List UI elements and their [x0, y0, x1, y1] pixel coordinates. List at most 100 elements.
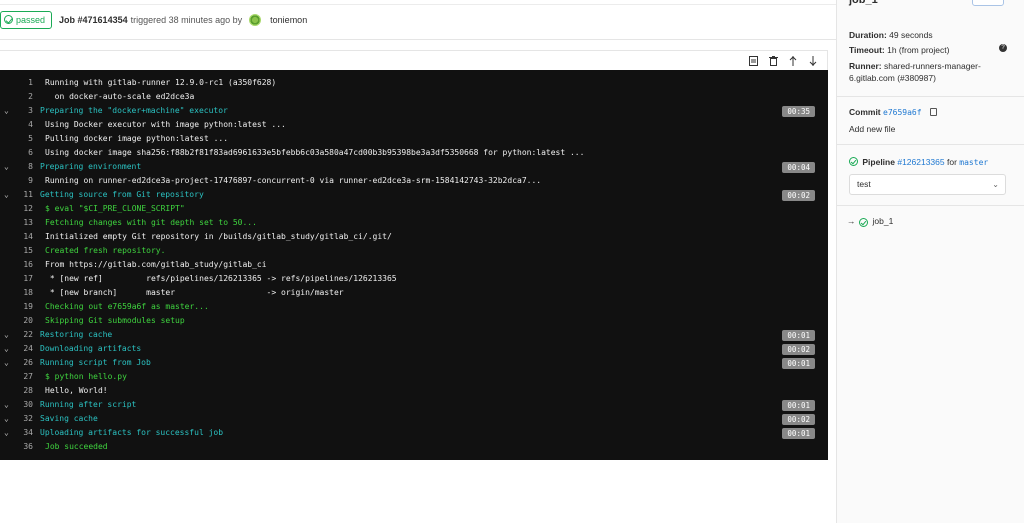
raw-log-button[interactable]: [747, 55, 759, 67]
commit-row: Commit e7659a6f: [849, 107, 937, 117]
help-icon[interactable]: ?: [999, 44, 1007, 52]
log-text: Using Docker executor with image python:…: [45, 120, 286, 129]
log-line: 15 Created fresh repository.: [0, 244, 828, 258]
line-number[interactable]: 8: [10, 160, 33, 174]
runner-row: Runner: shared-runners-manager- 6.gitlab…: [849, 60, 981, 84]
sidebar-divider: [837, 144, 1024, 145]
log-section-header[interactable]: ⌄ 3 Preparing the "docker+machine" executo…: [0, 104, 828, 118]
commit-sha-link[interactable]: e7659a6f: [883, 108, 922, 117]
log-section-header[interactable]: ⌄ 22 Restoring cache 00:01: [0, 328, 828, 342]
line-number[interactable]: 6: [10, 146, 33, 160]
line-number[interactable]: 1: [10, 76, 33, 90]
line-number[interactable]: 4: [10, 118, 33, 132]
log-section-header[interactable]: ⌄ 26 Running script from Job 00:01: [0, 356, 828, 370]
timeout-label: Timeout:: [849, 45, 885, 55]
line-number[interactable]: 18: [10, 286, 33, 300]
status-badge-label: passed: [16, 14, 46, 25]
job-sidebar: job_1 Duration: 49 seconds Timeout: 1h (…: [836, 0, 1024, 523]
line-number[interactable]: 15: [10, 244, 33, 258]
line-number[interactable]: 20: [10, 314, 33, 328]
line-number[interactable]: 3: [10, 104, 33, 118]
trash-icon: [768, 55, 778, 66]
log-line: 6 Using docker image sha256:f88b2f81f83ad…: [0, 146, 828, 160]
line-number[interactable]: 9: [10, 174, 33, 188]
user-avatar[interactable]: [249, 13, 262, 26]
section-duration-badge: 00:02: [782, 414, 815, 425]
document-icon: [748, 55, 758, 66]
line-number[interactable]: 34: [10, 426, 33, 440]
line-number[interactable]: 19: [10, 300, 33, 314]
log-section-header[interactable]: ⌄ 24 Downloading artifacts 00:02: [0, 342, 828, 356]
sidebar-divider: [837, 205, 1024, 206]
arrow-right-icon: →: [847, 216, 856, 226]
scroll-top-button[interactable]: [787, 55, 799, 67]
user-link[interactable]: toniemon: [270, 15, 307, 25]
log-text: Getting source from Git repository: [40, 190, 204, 199]
line-number[interactable]: 26: [10, 356, 33, 370]
copy-icon[interactable]: [929, 108, 937, 116]
log-text: Restoring cache: [40, 330, 113, 339]
log-section-header[interactable]: ⌄ 11 Getting source from Git repository 00:…: [0, 188, 828, 202]
log-line: 4 Using Docker executor with image python…: [0, 118, 828, 132]
log-text: Fetching changes with git depth set to 5…: [45, 218, 257, 227]
log-line: 17 * [new ref] refs/pipelines/126213365 …: [0, 272, 828, 286]
log-text: Preparing the "docker+machine" executor: [40, 106, 228, 115]
line-number[interactable]: 17: [10, 272, 33, 286]
log-line: 5 Pulling docker image python:latest ...: [0, 132, 828, 146]
log-text: $ python hello.py: [45, 372, 127, 381]
section-duration-badge: 00:01: [782, 358, 815, 369]
log-text: * [new ref] refs/pipelines/126213365 -> …: [45, 274, 397, 283]
job-passed-icon: [858, 217, 868, 227]
line-number[interactable]: 22: [10, 328, 33, 342]
log-line: 20 Skipping Git submodules setup: [0, 314, 828, 328]
scroll-bottom-button[interactable]: [807, 55, 819, 67]
line-number[interactable]: 36: [10, 440, 33, 454]
log-text: From https://gitlab.com/gitlab_study/git…: [45, 260, 267, 269]
log-text: Downloading artifacts: [40, 344, 142, 353]
log-section-header[interactable]: ⌄ 30 Running after script 00:01: [0, 398, 828, 412]
line-number[interactable]: 30: [10, 398, 33, 412]
line-number[interactable]: 32: [10, 412, 33, 426]
log-line: 12 $ eval "$CI_PRE_CLONE_SCRIPT": [0, 202, 828, 216]
log-text: Hello, World!: [45, 386, 108, 395]
line-number[interactable]: 27: [10, 370, 33, 384]
stage-dropdown-value: test: [857, 179, 871, 189]
sidebar-divider: [837, 96, 1024, 97]
line-number[interactable]: 24: [10, 342, 33, 356]
line-number[interactable]: 11: [10, 188, 33, 202]
commit-label: Commit: [849, 107, 881, 117]
pipeline-link[interactable]: #126213365: [897, 157, 944, 167]
log-section-header[interactable]: ⌄ 8 Preparing environment 00:04: [0, 160, 828, 174]
section-duration-badge: 00:01: [782, 400, 815, 411]
log-line: 19 Checking out e7659a6f as master...: [0, 300, 828, 314]
log-section-header[interactable]: ⌄ 32 Saving cache 00:02: [0, 412, 828, 426]
line-number[interactable]: 28: [10, 384, 33, 398]
line-number[interactable]: 12: [10, 202, 33, 216]
pipeline-row: Pipeline #126213365 for master: [849, 156, 988, 167]
pipeline-label: Pipeline: [862, 157, 895, 167]
log-text: Initialized empty Git repository in /bui…: [45, 232, 392, 241]
job-list-item[interactable]: → job_1: [847, 216, 893, 227]
section-duration-badge: 00:35: [782, 106, 815, 117]
log-text: Using docker image sha256:f88b2f81f83ad6…: [45, 148, 585, 157]
branch-link[interactable]: master: [959, 158, 988, 167]
retry-button[interactable]: [972, 0, 1004, 6]
log-section-header[interactable]: ⌄ 34 Uploading artifacts for successful jo…: [0, 426, 828, 440]
job-log[interactable]: 1 Running with gitlab-runner 12.9.0-rc1 (…: [0, 70, 828, 460]
sidebar-job-title: job_1: [849, 0, 878, 6]
duration-label: Duration:: [849, 30, 887, 40]
section-duration-badge: 00:02: [782, 190, 815, 201]
log-text: Saving cache: [40, 414, 98, 423]
log-line: 36 Job succeeded: [0, 440, 828, 454]
stage-dropdown[interactable]: test ⌄: [849, 174, 1006, 195]
status-badge[interactable]: passed: [0, 10, 53, 29]
line-number[interactable]: 5: [10, 132, 33, 146]
erase-log-button[interactable]: [767, 55, 779, 67]
log-text: Preparing environment: [40, 162, 142, 171]
line-number[interactable]: 13: [10, 216, 33, 230]
log-line: 1 Running with gitlab-runner 12.9.0-rc1 (…: [0, 76, 828, 90]
line-number[interactable]: 2: [10, 90, 33, 104]
chevron-down-icon: ⌄: [992, 180, 999, 189]
line-number[interactable]: 14: [10, 230, 33, 244]
line-number[interactable]: 16: [10, 258, 33, 272]
